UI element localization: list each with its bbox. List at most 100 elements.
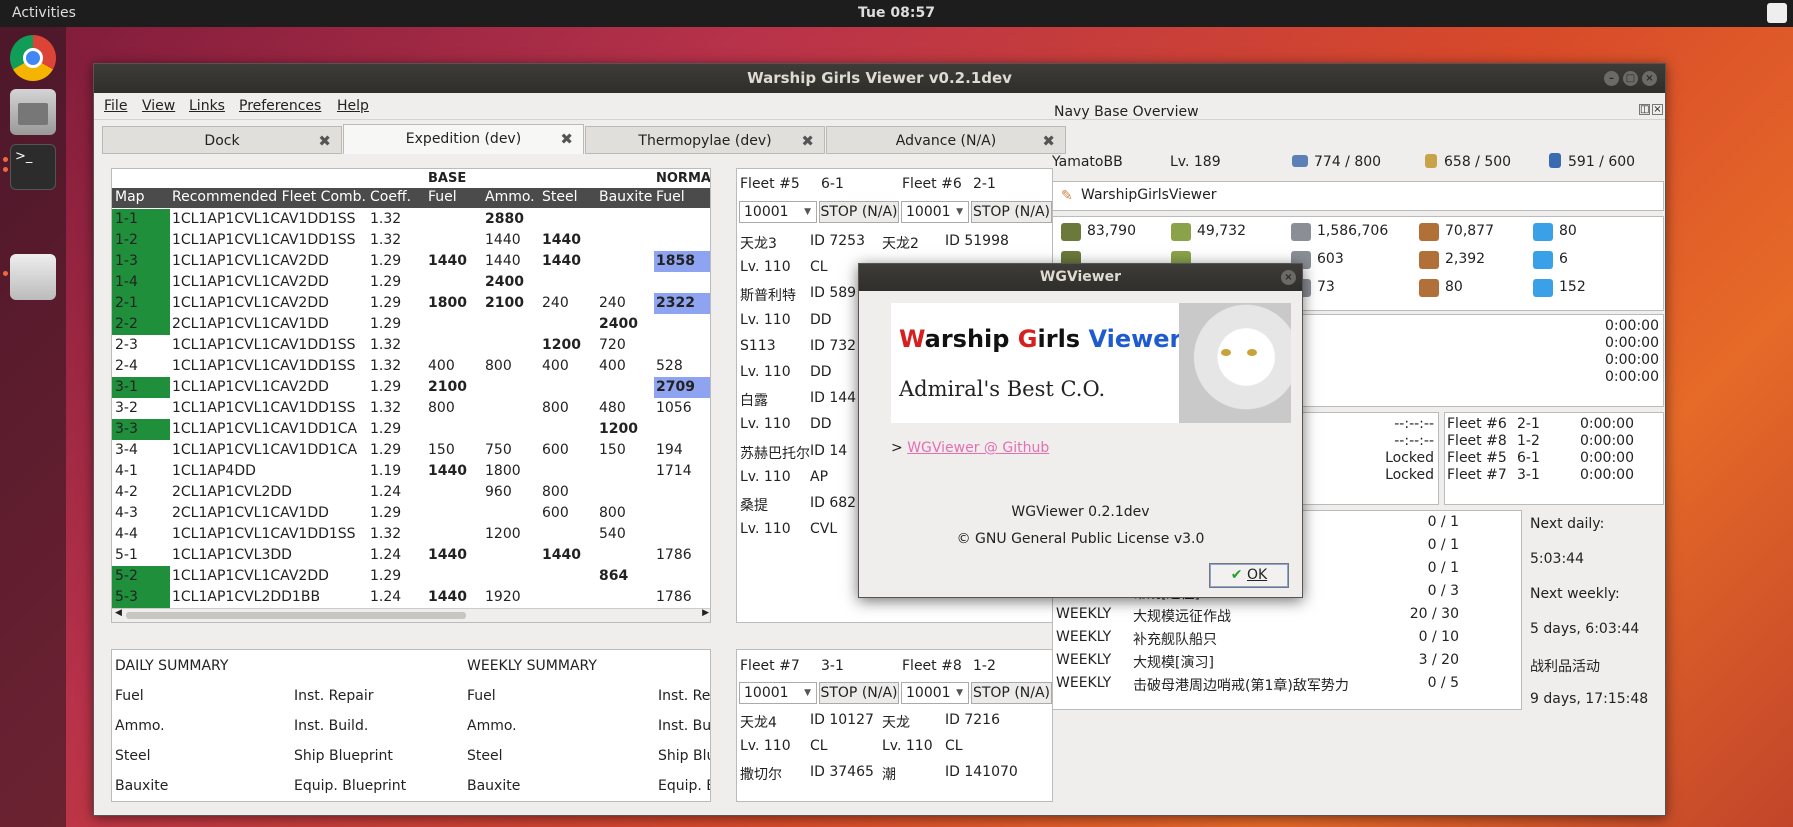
tab-close-icon[interactable]: ✖ — [560, 125, 573, 153]
col-header[interactable]: Recommended Fleet Comb. — [172, 189, 366, 205]
table-row[interactable]: 4-4 1CL1AP1CVL1CAV1DD1SS 1.32 1200 540 — [112, 524, 710, 545]
table-row[interactable]: 5-3 1CL1AP1CVL2DD1BB 1.24 1440 1920 1786 — [112, 587, 710, 608]
tab-thermopylae[interactable]: Thermopylae (dev) ✖ — [585, 126, 825, 154]
version-text: WGViewer 0.2.1dev — [1011, 504, 1150, 520]
fleet-cell: 2CL1AP1CVL1CAV1DD — [172, 316, 329, 332]
map-cell: 1-4 — [112, 272, 170, 293]
ship-cell: 苏赫巴托尔 — [740, 445, 810, 462]
ship-cell: 天龙3 — [740, 236, 777, 252]
pencil-icon: ✎ — [1061, 188, 1073, 204]
sign-field[interactable]: ✎ WarshipGirlsViewer — [1052, 181, 1664, 211]
top-bar: Activities Tue 08:57 — [0, 0, 1793, 27]
ship-cell: ID 7216 — [945, 712, 1000, 728]
fleet-select[interactable]: 10001 ▼ — [739, 201, 817, 223]
baux-cell: 1200 — [599, 421, 638, 437]
horizontal-scrollbar[interactable]: ◀ ▶ — [112, 608, 710, 622]
fleet-select[interactable]: 10001 ▼ — [739, 682, 817, 704]
table-row[interactable]: 4-3 2CL1AP1CVL1CAV1DD 1.29 600 800 — [112, 503, 710, 524]
table-row[interactable]: 1-1 1CL1AP1CVL1CAV1DD1SS 1.32 2880 — [112, 209, 710, 230]
task-row[interactable]: WEEKLY 击破母港周边哨戒(第1章)敌军势力 0 / 5 — [1053, 672, 1521, 695]
table-row[interactable]: 3-3 1CL1AP1CVL1CAV1DD1CA 1.29 1200 — [112, 419, 710, 440]
float-icon[interactable]: ◫ — [1639, 104, 1650, 115]
fleet-stop-button[interactable]: STOP (N/A) — [819, 682, 899, 704]
timer-value: 0:00:00 — [1605, 318, 1659, 334]
fleet-stop-button[interactable]: STOP (N/A) — [971, 201, 1052, 223]
col-header[interactable]: Bauxite — [599, 189, 652, 205]
fleet-select[interactable]: 10001 ▼ — [901, 682, 969, 704]
map-cell: 2-2 — [112, 314, 170, 335]
chrome-icon[interactable] — [10, 35, 56, 81]
ok-button[interactable]: ✔ OK — [1209, 563, 1289, 588]
table-row[interactable]: 1-4 1CL1AP1CVL1CAV2DD 1.29 2400 — [112, 272, 710, 293]
ship-cell: ID 51998 — [945, 233, 1009, 249]
table-row[interactable]: 2-1 1CL1AP1CVL1CAV2DD 1.29 1800 2100 240 240 23… — [112, 293, 710, 314]
baux-cell: 2400 — [599, 316, 638, 332]
col-header[interactable]: Steel — [542, 189, 578, 205]
minimize-icon[interactable]: – — [1604, 71, 1619, 86]
task-cell: WEEKLY — [1056, 652, 1112, 668]
bauxite-icon — [1419, 223, 1439, 241]
col-header[interactable]: Fuel — [656, 189, 685, 205]
ammo-icon — [1171, 223, 1191, 241]
tab-close-icon[interactable]: ✖ — [801, 127, 814, 155]
menu-view[interactable]: View — [142, 98, 175, 114]
wgviewer-app-icon[interactable] — [10, 254, 56, 300]
username: YamatoBB — [1052, 154, 1123, 170]
table-row[interactable]: 2-2 2CL1AP1CVL1CAV1DD 1.29 2400 — [112, 314, 710, 335]
menu-preferences[interactable]: Preferences — [239, 98, 321, 114]
maximize-icon[interactable]: □ — [1623, 71, 1638, 86]
fleet-select[interactable]: 10001 ▼ — [901, 201, 969, 223]
tab-expedition[interactable]: Expedition (dev) ✖ — [343, 124, 584, 154]
table-row[interactable]: 5-1 1CL1AP1CVL3DD 1.24 1440 1440 1786 — [112, 545, 710, 566]
close-icon[interactable]: × — [1642, 71, 1657, 86]
menu-links[interactable]: Links — [189, 98, 225, 114]
coeff-cell: 1.19 — [370, 463, 402, 479]
summary-label: Bauxite — [467, 778, 521, 794]
fuel-cell: 400 — [428, 358, 455, 374]
fleet-stop-button[interactable]: STOP (N/A) — [971, 682, 1052, 704]
table-row[interactable]: 1-3 1CL1AP1CVL1CAV2DD 1.29 1440 1440 1440 1858 — [112, 251, 710, 272]
map-cell: 3-1 — [112, 377, 170, 398]
close-panel-icon[interactable]: × — [1652, 104, 1663, 115]
table-row[interactable]: 3-4 1CL1AP1CVL1CAV1DD1CA 1.29 150 750 600 150 1… — [112, 440, 710, 461]
clock[interactable]: Tue 08:57 — [0, 5, 1793, 21]
table-row[interactable]: 3-1 1CL1AP1CVL1CAV2DD 1.29 2100 2709 — [112, 377, 710, 398]
fuel-cell: 1440 — [428, 253, 467, 269]
col-header[interactable]: Coeff. — [370, 189, 411, 205]
user-avatar-icon[interactable] — [1767, 3, 1787, 23]
dialog-close-icon[interactable]: × — [1281, 270, 1296, 285]
tab-dock[interactable]: Dock ✖ — [102, 126, 342, 154]
task-row[interactable]: WEEKLY 补充舰队船只 0 / 10 — [1053, 626, 1521, 649]
table-row[interactable]: 4-2 2CL1AP1CVL2DD 1.24 960 800 — [112, 482, 710, 503]
col-header[interactable]: Ammo. — [485, 189, 535, 205]
coeff-cell: 1.32 — [370, 526, 402, 542]
table-row[interactable]: 1-2 1CL1AP1CVL1CAV1DD1SS 1.32 1440 1440 — [112, 230, 710, 251]
table-row[interactable]: 2-4 1CL1AP1CVL1CAV1DD1SS 1.32 400 800 400 400 5… — [112, 356, 710, 377]
ship-cell: CL — [810, 738, 828, 755]
task-row[interactable]: WEEKLY 大规模[演习] 3 / 20 — [1053, 649, 1521, 672]
ship-cell: ID 682 — [810, 495, 857, 511]
col-header[interactable]: Map — [115, 189, 145, 205]
menu-file[interactable]: File — [104, 98, 127, 114]
tab-close-icon[interactable]: ✖ — [318, 127, 331, 155]
slot-status: Locked — [1385, 450, 1434, 466]
ship-cell: 天龙4 — [740, 715, 777, 731]
expedition-timer-cell: 2-1 — [1517, 416, 1540, 432]
terminal-icon[interactable]: >_ — [10, 144, 56, 190]
task-row[interactable]: WEEKLY 大规模远征作战 20 / 30 — [1053, 603, 1521, 626]
resource-value: 70,877 — [1445, 223, 1494, 239]
coeff-cell: 1.32 — [370, 211, 402, 227]
table-row[interactable]: 4-1 1CL1AP4DD 1.19 1440 1800 1714 — [112, 461, 710, 482]
github-link[interactable]: WGViewer @ Github — [907, 440, 1049, 456]
col-header[interactable]: Fuel — [428, 189, 457, 205]
fleet-stop-button[interactable]: STOP (N/A) — [819, 201, 899, 223]
tab-advance[interactable]: Advance (N/A) ✖ — [826, 126, 1066, 154]
ship-cell: 天龙 — [882, 715, 910, 731]
table-row[interactable]: 5-2 1CL1AP1CVL1CAV2DD 1.29 864 — [112, 566, 710, 587]
files-icon[interactable] — [10, 89, 56, 135]
table-row[interactable]: 2-3 1CL1AP1CVL1CAV1DD1SS 1.32 1200 720 — [112, 335, 710, 356]
menu-help[interactable]: Help — [337, 98, 369, 114]
expedition-table[interactable]: BASE NORMA Map Recommended Fleet Comb. C… — [111, 168, 711, 623]
task-cell: WEEKLY — [1056, 629, 1112, 645]
table-row[interactable]: 3-2 1CL1AP1CVL1CAV1DD1SS 1.32 800 800 480 1056 — [112, 398, 710, 419]
